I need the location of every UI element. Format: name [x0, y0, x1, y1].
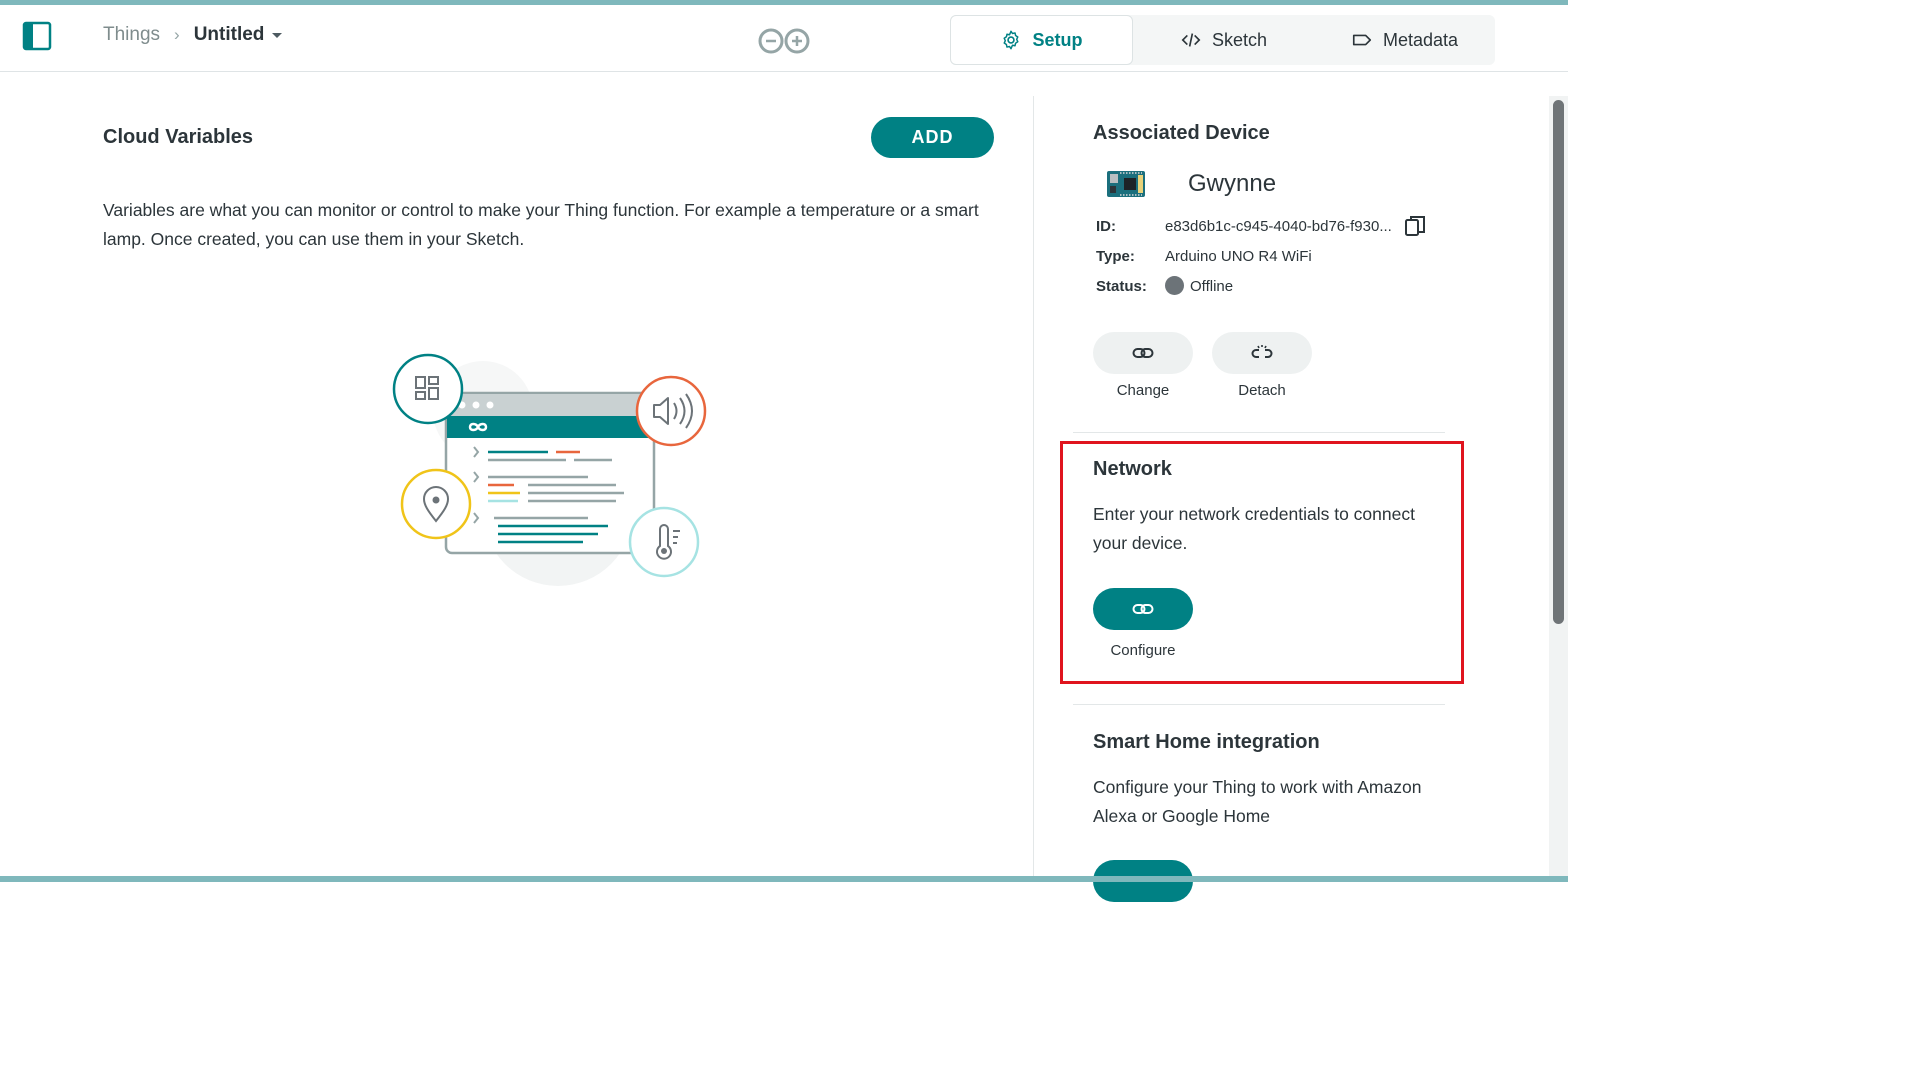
gear-icon: [1003, 30, 1020, 50]
status-offline-dot-icon: [1165, 276, 1184, 296]
associated-device-title: Associated Device: [1093, 122, 1270, 144]
add-variable-button[interactable]: ADD: [871, 117, 994, 158]
app-header: Things › Untitled Setup Sketch Metadata: [0, 5, 1568, 72]
device-status: Offline: [1165, 276, 1234, 296]
cloud-variables-description: Variables are what you can monitor or co…: [103, 200, 979, 249]
cloud-variables-title: Cloud Variables: [103, 126, 254, 148]
section-divider: [1073, 432, 1445, 433]
detach-device-label: Detach: [1238, 382, 1286, 399]
device-name: Gwynne: [1188, 170, 1277, 197]
board-image: [1106, 169, 1146, 199]
arduino-logo: [756, 27, 812, 55]
copy-icon[interactable]: [1403, 214, 1427, 238]
thing-name-dropdown[interactable]: Untitled: [194, 24, 265, 46]
breadcrumb-things-link[interactable]: Things: [103, 24, 160, 46]
smart-home-description: Configure your Thing to work with Amazon…: [1093, 777, 1422, 826]
scrollbar-thumb[interactable]: [1553, 100, 1564, 624]
code-icon: [1181, 33, 1201, 47]
unlink-icon: [1251, 345, 1273, 358]
tag-icon: [1352, 34, 1372, 46]
change-device-button[interactable]: [1093, 332, 1193, 374]
device-status-label: Status:: [1096, 278, 1147, 295]
tab-sketch[interactable]: Sketch: [1133, 15, 1314, 65]
sidebar-toggle-icon[interactable]: [22, 21, 52, 51]
variables-illustration: [388, 351, 708, 591]
device-id-label: ID:: [1096, 218, 1116, 235]
tab-metadata-label: Metadata: [1382, 29, 1459, 50]
link-icon: [1132, 348, 1154, 358]
section-divider: [1073, 704, 1445, 705]
tab-setup-label: Setup: [1032, 29, 1083, 50]
breadcrumb: Things › Untitled: [103, 22, 283, 48]
detach-device-button[interactable]: [1212, 332, 1312, 374]
chevron-right-icon: ›: [174, 25, 180, 44]
tab-setup[interactable]: Setup: [950, 15, 1133, 65]
change-device-label: Change: [1116, 382, 1170, 399]
panel-divider: [1033, 96, 1034, 882]
device-id-value: e83d6b1c-c945-4040-bd76-f930...: [1165, 218, 1392, 235]
tab-metadata[interactable]: Metadata: [1314, 15, 1495, 65]
smart-home-title: Smart Home integration: [1093, 731, 1320, 753]
caret-down-icon[interactable]: [272, 32, 283, 38]
device-status-value: Offline: [1190, 278, 1234, 295]
tab-sketch-label: Sketch: [1211, 29, 1268, 50]
bottom-accent-stripe: [0, 876, 1568, 882]
scrollbar[interactable]: [1549, 96, 1568, 876]
view-tabs: Setup Sketch Metadata: [950, 15, 1495, 65]
network-highlight-annotation: [1060, 441, 1464, 684]
device-type-value: Arduino UNO R4 WiFi: [1165, 248, 1312, 265]
device-type-label: Type:: [1096, 248, 1135, 265]
